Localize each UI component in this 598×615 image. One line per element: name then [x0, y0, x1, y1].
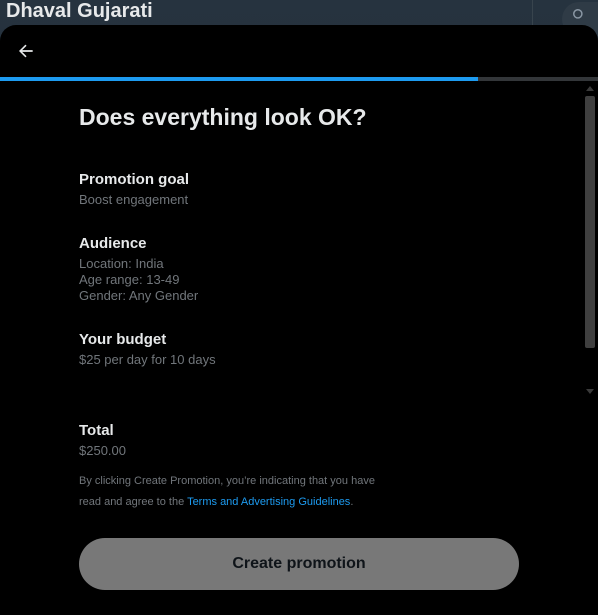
summary-footer: Total $250.00 By clicking Create Promoti… — [79, 421, 519, 508]
back-arrow-icon — [19, 44, 33, 58]
promotion-modal: Does everything look OK? Promotion goal … — [0, 25, 598, 615]
promotion-goal-section: Promotion goal Boost engagement — [79, 170, 539, 208]
review-scroll-area[interactable]: Does everything look OK? Promotion goal … — [0, 82, 582, 398]
progress-bar — [0, 77, 598, 81]
audience-gender: Gender: Any Gender — [79, 288, 199, 303]
section-title: Your budget — [79, 331, 167, 348]
search-icon — [573, 9, 583, 19]
clipped-section — [79, 390, 539, 398]
audience-location: Location: India — [79, 256, 164, 271]
clipped-section-title — [79, 390, 539, 398]
section-title: Promotion goal — [79, 171, 189, 188]
audience-age: Age range: 13-49 — [79, 272, 180, 287]
profile-name: Dhaval Gujarati — [6, 0, 153, 22]
audience-section: Audience Location: India Age range: 13-4… — [79, 234, 539, 304]
modal-header — [0, 25, 598, 77]
legal-text: By clicking Create Promotion, you’re ind… — [79, 471, 399, 513]
section-value: Boost engagement — [79, 192, 189, 207]
legal-suffix: . — [350, 496, 354, 508]
budget-section: Your budget $25 per day for 10 days — [79, 330, 539, 368]
page-title: Does everything look OK? — [79, 104, 367, 130]
scrollbar[interactable] — [583, 82, 597, 398]
terms-link[interactable]: Terms and Advertising Guidelines — [187, 496, 350, 508]
section-title: Audience — [79, 235, 147, 252]
scroll-down-arrow[interactable] — [586, 389, 594, 394]
back-button[interactable] — [10, 35, 42, 67]
total-label: Total — [79, 422, 114, 439]
total-value: $250.00 — [79, 443, 126, 458]
create-promotion-button[interactable]: Create promotion — [79, 538, 519, 590]
progress-fill — [0, 77, 479, 81]
section-value: $25 per day for 10 days — [79, 352, 216, 367]
scrollbar-thumb[interactable] — [585, 96, 595, 348]
scroll-up-arrow[interactable] — [586, 86, 594, 91]
